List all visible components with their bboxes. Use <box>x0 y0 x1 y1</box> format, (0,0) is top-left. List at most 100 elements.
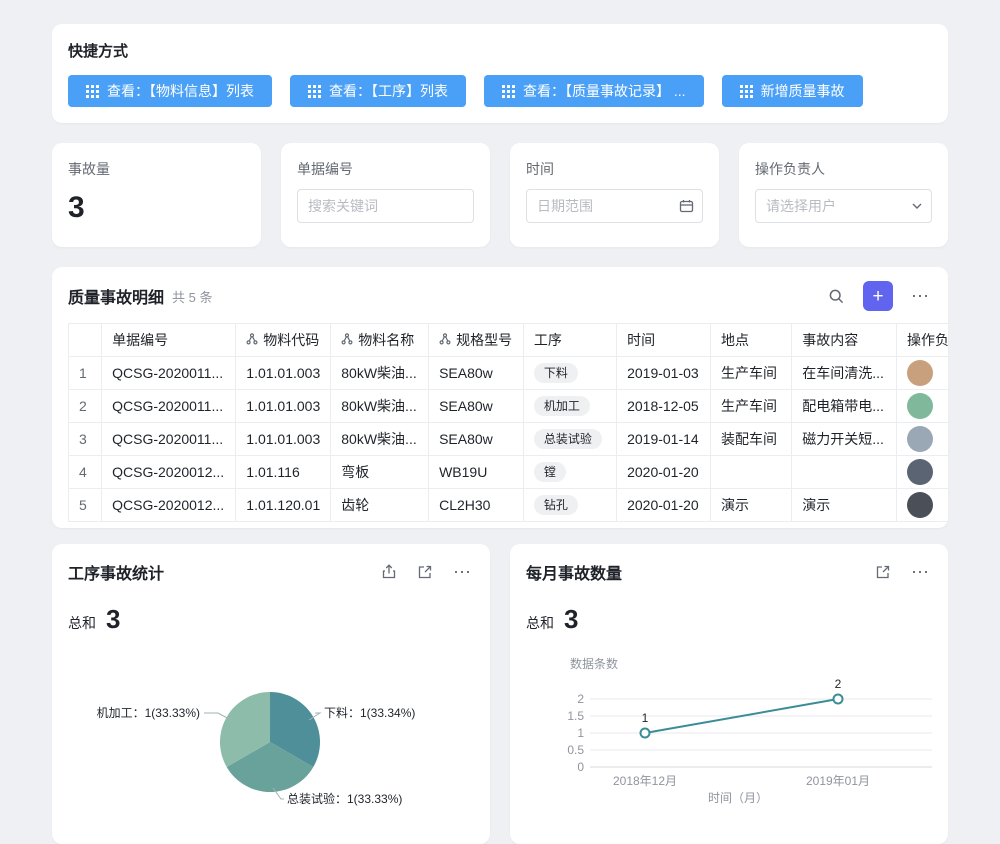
cell-code: 1.01.120.01 <box>236 489 331 522</box>
add-quality-accident-button[interactable]: 新增质量事故 <box>722 75 863 107</box>
y-tick: 0 <box>577 760 584 774</box>
apps-icon <box>308 85 321 98</box>
more-icon[interactable]: ⋯ <box>909 286 932 307</box>
y-tick: 0.5 <box>567 743 584 757</box>
col-doc-number[interactable]: 单据编号 <box>102 324 236 357</box>
cell-name: 80kW柴油... <box>331 423 429 456</box>
col-index <box>69 324 102 357</box>
avatar <box>907 393 933 419</box>
button-label: 查看：【工序】列表 <box>329 81 448 101</box>
cell-time: 2018-12-05 <box>617 390 711 423</box>
x-axis-label: 时间（月） <box>708 791 768 805</box>
date-range-input[interactable] <box>526 189 703 223</box>
process-tag: 下料 <box>534 363 578 383</box>
row-index: 5 <box>69 489 102 522</box>
cell-spec: WB19U <box>429 456 524 489</box>
monthly-chart-title: 每月事故数量 <box>526 560 622 584</box>
shortcut-buttons: 查看：【物料信息】列表 查看：【工序】列表 查看：【质量事故记录】 ... 新增… <box>68 75 932 107</box>
doc-number-card: 单据编号 <box>281 143 490 247</box>
table-row[interactable]: 5 QCSG-2020012... 1.01.120.01 齿轮 CL2H30 … <box>69 489 949 522</box>
cell-time: 2019-01-03 <box>617 357 711 390</box>
add-record-button[interactable]: + <box>863 281 893 311</box>
cell-process: 机加工 <box>523 390 616 423</box>
open-icon[interactable] <box>415 562 435 582</box>
accident-count-value: 3 <box>68 193 245 223</box>
view-process-list-button[interactable]: 查看：【工序】列表 <box>290 75 466 107</box>
data-point[interactable] <box>641 729 650 738</box>
more-icon[interactable]: ⋯ <box>909 562 932 583</box>
row-index: 2 <box>69 390 102 423</box>
col-spec[interactable]: 规格型号 <box>429 324 524 357</box>
cell-name: 齿轮 <box>331 489 429 522</box>
button-label: 查看：【质量事故记录】 ... <box>523 81 686 101</box>
y-tick: 2 <box>577 692 584 706</box>
cell-place: 装配车间 <box>711 423 792 456</box>
pie-total-label: 总和 <box>68 613 96 633</box>
process-tag: 机加工 <box>534 396 590 416</box>
view-material-list-button[interactable]: 查看：【物料信息】列表 <box>68 75 272 107</box>
cell-doc: QCSG-2020012... <box>102 456 236 489</box>
table-row[interactable]: 3 QCSG-2020011... 1.01.01.003 80kW柴油... … <box>69 423 949 456</box>
process-tag: 钻孔 <box>534 495 578 515</box>
cell-content: 在车间清洗... <box>792 357 897 390</box>
cell-code: 1.01.116 <box>236 456 331 489</box>
y-axis-label: 数据条数 <box>570 656 618 671</box>
process-chart-card: 工序事故统计 ⋯ 总和 3 <box>52 544 490 844</box>
table-count: 共 5 条 <box>172 287 212 306</box>
row-index: 4 <box>69 456 102 489</box>
cell-content: 演示 <box>792 489 897 522</box>
col-operator[interactable]: 操作负责人 <box>896 324 948 357</box>
col-material-name[interactable]: 物料名称 <box>331 324 429 357</box>
calendar-icon <box>679 199 694 214</box>
cell-process: 总装试验 <box>523 423 616 456</box>
col-time[interactable]: 时间 <box>617 324 711 357</box>
cell-place: 演示 <box>711 489 792 522</box>
pie-label-assembly: 总装试验：1(33.33%) <box>287 791 402 806</box>
cell-process: 钻孔 <box>523 489 616 522</box>
cell-doc: QCSG-2020011... <box>102 423 236 456</box>
apps-icon <box>502 85 515 98</box>
user-select[interactable]: 请选择用户 <box>755 189 932 223</box>
open-icon[interactable] <box>873 562 893 582</box>
table-header-bar: 质量事故明细 共 5 条 + ⋯ <box>68 281 932 311</box>
row-index: 3 <box>69 423 102 456</box>
cell-content <box>792 456 897 489</box>
cell-operator <box>896 390 948 423</box>
table-row[interactable]: 1 QCSG-2020011... 1.01.01.003 80kW柴油... … <box>69 357 949 390</box>
point-label: 1 <box>642 711 649 725</box>
col-place[interactable]: 地点 <box>711 324 792 357</box>
cell-name: 80kW柴油... <box>331 357 429 390</box>
cell-name: 80kW柴油... <box>331 390 429 423</box>
cell-time: 2019-01-14 <box>617 423 711 456</box>
shortcuts-card: 快捷方式 查看：【物料信息】列表 查看：【工序】列表 查看：【质量事故记录】 .… <box>52 24 948 123</box>
table-title: 质量事故明细 <box>68 284 164 308</box>
dashboard-page: 快捷方式 查看：【物料信息】列表 查看：【工序】列表 查看：【质量事故记录】 .… <box>0 0 1000 844</box>
user-select-placeholder: 请选择用户 <box>766 196 836 216</box>
col-content[interactable]: 事故内容 <box>792 324 897 357</box>
table-row[interactable]: 2 QCSG-2020011... 1.01.01.003 80kW柴油... … <box>69 390 949 423</box>
avatar <box>907 492 933 518</box>
cell-operator <box>896 357 948 390</box>
cell-time: 2020-01-20 <box>617 489 711 522</box>
time-filter-card: 时间 <box>510 143 719 247</box>
cell-spec: SEA80w <box>429 390 524 423</box>
view-quality-records-button[interactable]: 查看：【质量事故记录】 ... <box>484 75 704 107</box>
table-header-row: 单据编号 物料代码 物料名称 规格型号 工序 时间 地点 事故内容 操作负责人 <box>69 324 949 357</box>
process-tag: 镗 <box>534 462 566 482</box>
doc-number-search-input[interactable] <box>297 189 474 223</box>
cell-process: 镗 <box>523 456 616 489</box>
data-point[interactable] <box>834 695 843 704</box>
export-icon[interactable] <box>379 562 399 582</box>
pie-chart: 机加工：1(33.33%) 下料：1(33.34%) 总装试验：1(33.33%… <box>68 646 474 844</box>
avatar <box>907 459 933 485</box>
plus-icon: + <box>872 287 883 306</box>
table-row[interactable]: 4 QCSG-2020012... 1.01.116 弯板 WB19U 镗 20… <box>69 456 949 489</box>
cell-doc: QCSG-2020012... <box>102 489 236 522</box>
doc-number-label: 单据编号 <box>297 159 474 179</box>
search-icon[interactable] <box>826 286 847 307</box>
col-process[interactable]: 工序 <box>523 324 616 357</box>
charts-row: 工序事故统计 ⋯ 总和 3 <box>52 544 948 844</box>
col-material-code[interactable]: 物料代码 <box>236 324 331 357</box>
more-icon[interactable]: ⋯ <box>451 562 474 583</box>
x-tick: 2018年12月 <box>613 774 677 788</box>
